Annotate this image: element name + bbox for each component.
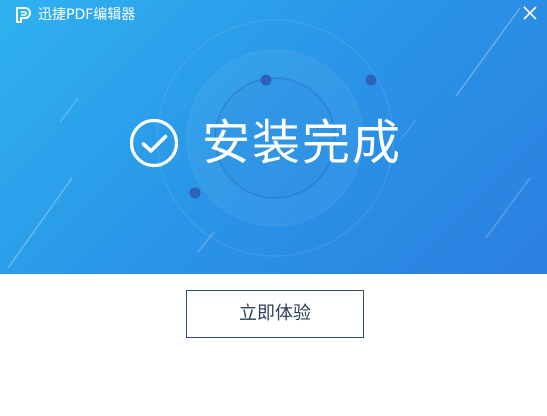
decor-dot <box>260 74 272 86</box>
app-title: 迅捷PDF编辑器 <box>38 7 136 23</box>
completion-banner: 迅捷PDF编辑器 安装完成 <box>0 0 547 274</box>
decor-streak <box>7 177 73 269</box>
check-circle-icon <box>129 118 179 168</box>
decor-streak <box>485 177 531 239</box>
action-area: 立即体验 <box>0 274 547 416</box>
decor-dot <box>365 74 377 86</box>
try-now-button[interactable]: 立即体验 <box>186 290 364 338</box>
decor-streak <box>197 231 215 253</box>
decor-dot <box>189 187 201 199</box>
install-status: 安装完成 <box>128 110 402 176</box>
installer-window: 迅捷PDF编辑器 安装完成 立即体验 <box>0 0 547 416</box>
pdf-logo-icon <box>16 7 31 23</box>
close-icon[interactable] <box>521 4 539 22</box>
status-text: 安装完成 <box>202 115 403 171</box>
decor-streak <box>399 119 417 141</box>
decor-streak <box>59 97 79 123</box>
title-bar: 迅捷PDF编辑器 <box>0 0 547 30</box>
